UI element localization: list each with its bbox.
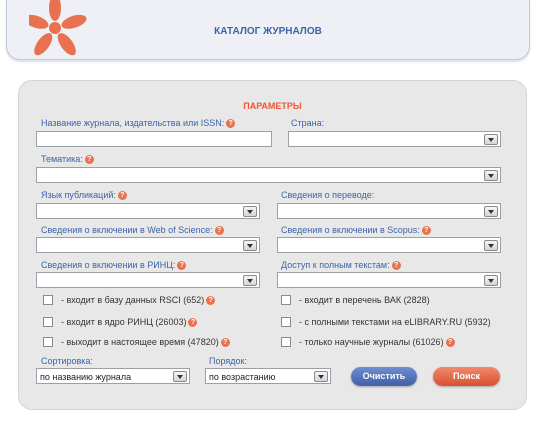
rinc-core-checkbox[interactable] (43, 317, 53, 327)
scopus-label: Сведения о включении в Scopus:? (281, 225, 431, 236)
chevron-down-icon[interactable] (243, 240, 257, 251)
language-select[interactable] (36, 203, 260, 219)
fulltext-label-text: Доступ к полным текстам: (281, 260, 390, 270)
order-label: Порядок: (209, 356, 247, 366)
catalog-header: КАТАЛОГ ЖУРНАЛОВ (6, 0, 530, 60)
fulltext-label: Доступ к полным текстам:? (281, 260, 401, 271)
help-icon[interactable]: ? (214, 226, 224, 236)
elibrary-fulltext-checkbox[interactable] (281, 317, 291, 327)
chevron-down-icon[interactable] (243, 275, 257, 286)
help-icon[interactable]: ? (220, 337, 230, 347)
clear-button[interactable]: Очистить (351, 367, 417, 386)
rinc-select[interactable] (36, 272, 260, 288)
wos-label: Сведения о включении в Web of Science:? (41, 225, 224, 236)
help-icon[interactable]: ? (391, 261, 401, 271)
help-icon[interactable]: ? (188, 317, 198, 327)
translation-label: Сведения о переводе: (281, 190, 375, 200)
country-label: Страна: (291, 118, 325, 128)
chevron-down-icon[interactable] (484, 206, 498, 217)
language-label: Язык публикаций:? (41, 190, 127, 201)
rsci-option: - входит в базу данных RSCI (652)? (43, 295, 216, 305)
translation-select[interactable] (277, 203, 501, 219)
topic-label: Тематика:? (41, 154, 94, 165)
fulltext-select[interactable] (277, 272, 501, 288)
parameters-panel: ПАРАМЕТРЫ Название журнала, издательства… (18, 80, 527, 410)
vak-option: - входит в перечень ВАК (2828) (281, 295, 430, 305)
journal-name-input[interactable] (36, 131, 272, 147)
rinc-core-label: - входит в ядро РИНЦ (26003) (61, 317, 187, 327)
vak-label: - входит в перечень ВАК (2828) (299, 295, 430, 305)
rsci-label: - входит в базу данных RSCI (652) (61, 295, 205, 305)
help-icon[interactable]: ? (84, 155, 94, 165)
order-select[interactable]: по возрастанию (205, 368, 331, 384)
chevron-down-icon[interactable] (484, 275, 498, 286)
help-icon[interactable]: ? (421, 226, 431, 236)
chevron-down-icon[interactable] (173, 371, 187, 382)
topic-label-text: Тематика: (41, 154, 83, 164)
country-select[interactable] (288, 131, 501, 147)
scopus-select[interactable] (277, 237, 501, 253)
journal-name-label-text: Название журнала, издательства или ISSN: (41, 118, 225, 128)
sort-select[interactable]: по названию журнала (36, 368, 190, 384)
rinc-core-option: - входит в ядро РИНЦ (26003)? (43, 317, 198, 327)
rinc-label: Сведения о включении в РИНЦ:? (41, 260, 187, 271)
chevron-down-icon[interactable] (314, 371, 328, 382)
journal-name-label: Название журнала, издательства или ISSN:… (41, 118, 236, 129)
rinc-label-text: Сведения о включении в РИНЦ: (41, 260, 176, 270)
topic-select[interactable] (36, 167, 501, 183)
scientific-only-label: - только научные журналы (61026) (299, 337, 444, 347)
chevron-down-icon[interactable] (484, 240, 498, 251)
search-button[interactable]: Поиск (433, 367, 500, 386)
help-icon[interactable]: ? (445, 337, 455, 347)
elibrary-fulltext-label: - с полными текстами на eLIBRARY.RU (593… (299, 317, 491, 327)
help-icon[interactable]: ? (206, 295, 216, 305)
chevron-down-icon[interactable] (243, 206, 257, 217)
vak-checkbox[interactable] (281, 295, 291, 305)
help-icon[interactable]: ? (226, 119, 236, 129)
scopus-label-text: Сведения о включении в Scopus: (281, 225, 420, 235)
help-icon[interactable]: ? (177, 261, 187, 271)
scientific-only-checkbox[interactable] (281, 337, 291, 347)
scientific-only-option: - только научные журналы (61026)? (281, 337, 455, 347)
current-option: - выходит в настоящее время (47820)? (43, 337, 230, 347)
wos-select[interactable] (36, 237, 260, 253)
current-label: - выходит в настоящее время (47820) (61, 337, 219, 347)
current-checkbox[interactable] (43, 337, 53, 347)
rsci-checkbox[interactable] (43, 295, 53, 305)
chevron-down-icon[interactable] (484, 170, 498, 181)
wos-label-text: Сведения о включении в Web of Science: (41, 225, 213, 235)
language-label-text: Язык публикаций: (41, 190, 116, 200)
elibrary-fulltext-option: - с полными текстами на eLIBRARY.RU (593… (281, 317, 491, 327)
help-icon[interactable]: ? (117, 191, 127, 201)
order-value: по возрастанию (209, 372, 276, 382)
page-title: КАТАЛОГ ЖУРНАЛОВ (214, 26, 322, 37)
chevron-down-icon[interactable] (484, 134, 498, 145)
panel-title: ПАРАМЕТРЫ (243, 101, 302, 111)
sort-value: по названию журнала (40, 372, 132, 382)
sort-label: Сортировка: (41, 356, 93, 366)
